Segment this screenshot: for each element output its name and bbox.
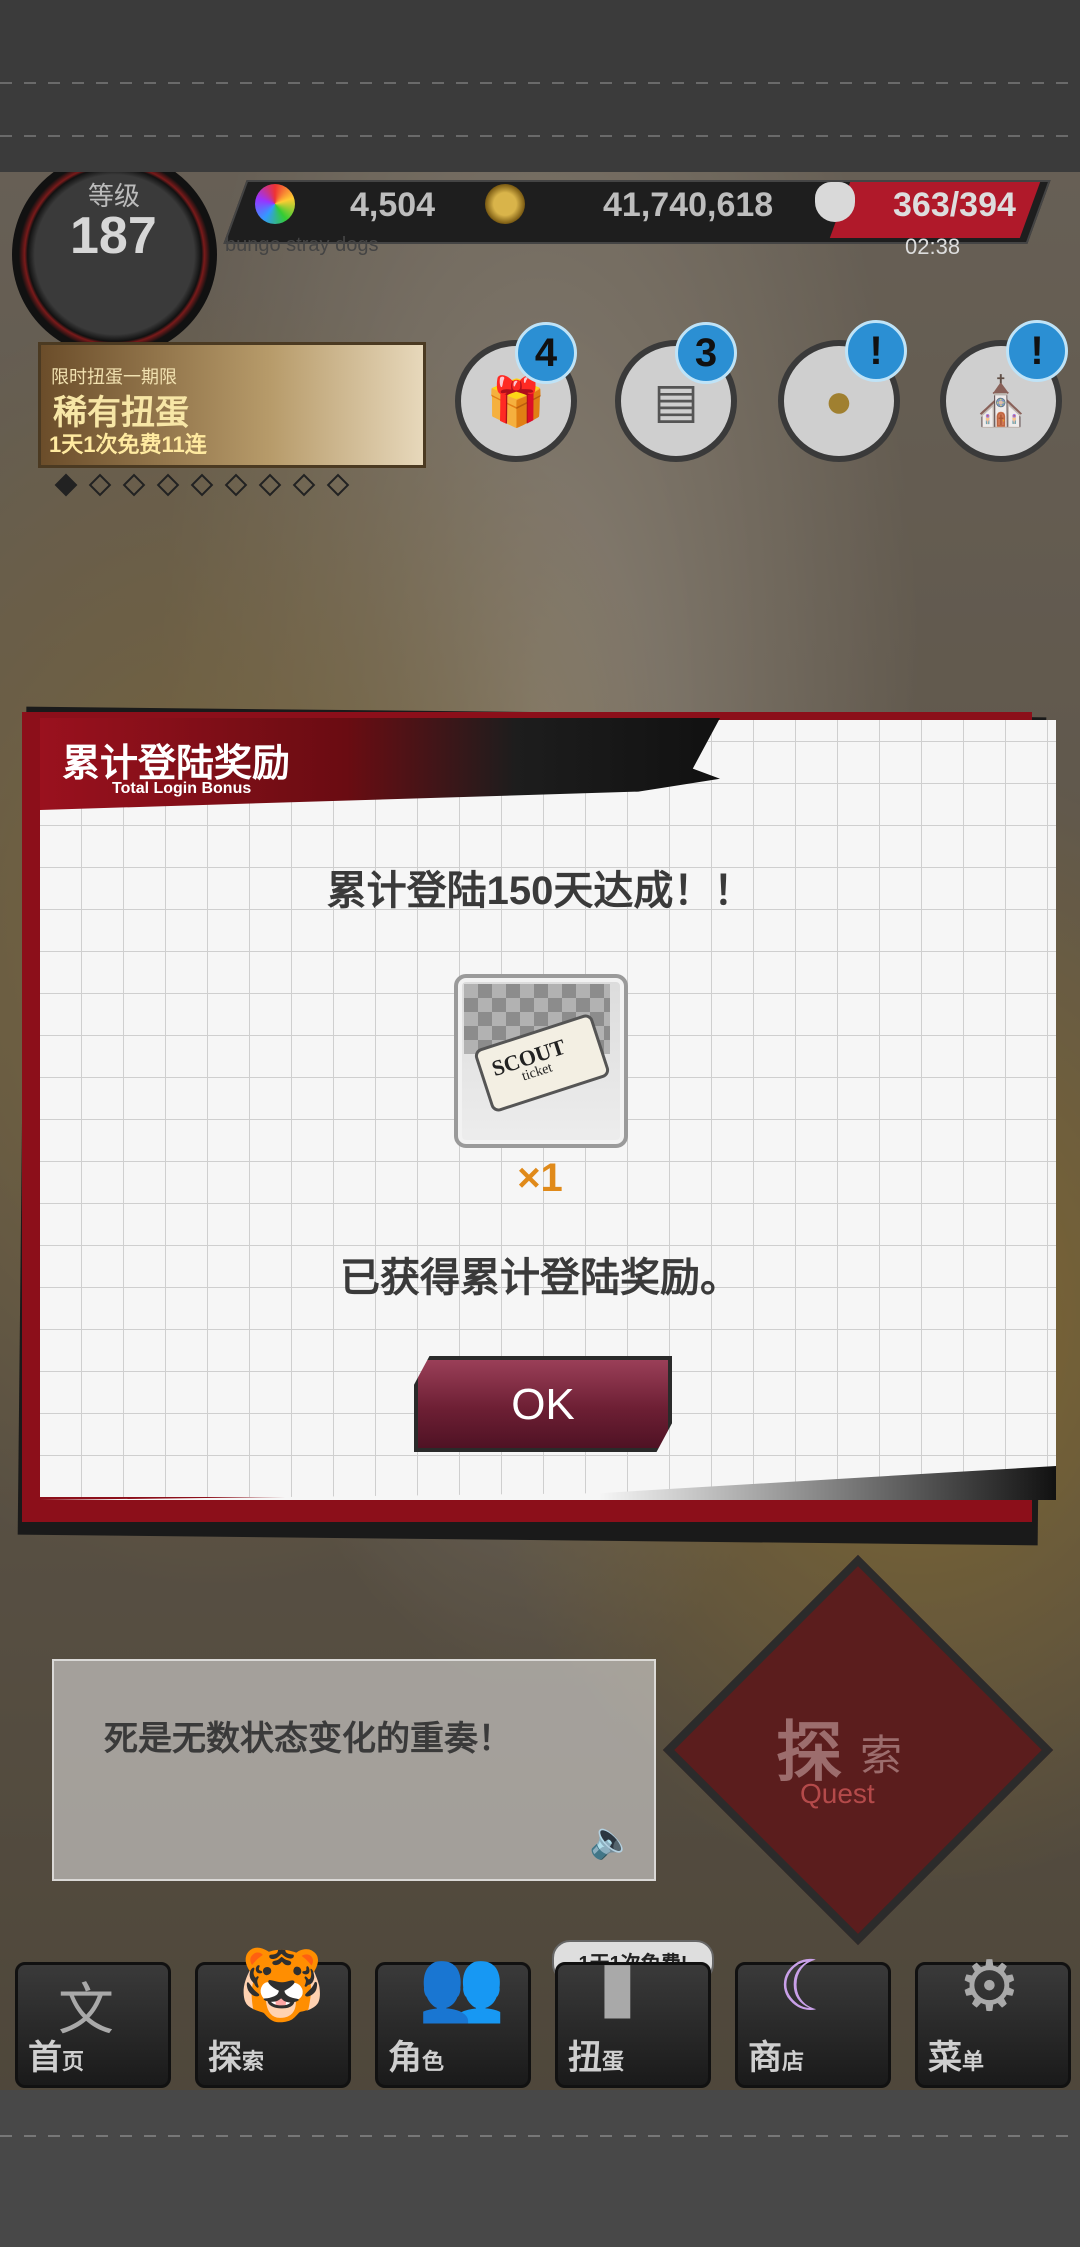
quote-text: 死是无数状态变化的重奏！	[104, 1720, 512, 1758]
achievement-message: 累计登陆150天达成！！	[326, 869, 754, 913]
nav-menu-label: 菜单	[928, 2030, 984, 2079]
nav-gacha-label: 扭蛋	[568, 2030, 624, 2079]
nav-explore-label-main: 探	[208, 2039, 242, 2077]
tiger-icon: 🐯	[238, 1946, 326, 2024]
newspaper-badge: 3	[675, 322, 737, 384]
ok-button-label: OK	[511, 1380, 575, 1429]
ok-button[interactable]: OK	[414, 1356, 672, 1452]
nav-explore-label-small: 索	[242, 2049, 265, 2074]
player-status-bar: 等级 187 4,504 41,740,618 363/394 bungo st…	[0, 172, 1080, 357]
nav-home-label-main: 首	[28, 2039, 62, 2077]
building-badge: !	[1006, 320, 1068, 382]
gem-count: 4,504	[350, 186, 436, 224]
pagination-dot[interactable]	[122, 473, 146, 497]
nav-home-label-small: 页	[62, 2049, 85, 2074]
nav-gacha-label-main: 扭	[568, 2039, 602, 2077]
character-quote-box[interactable]: 死是无数状态变化的重奏！ 🔈	[52, 1659, 656, 1881]
speaker-icon[interactable]: 🔈	[589, 1819, 634, 1861]
level-value: 187	[70, 207, 157, 265]
nav-gacha-label-small: 蛋	[602, 2049, 625, 2074]
banner-pagination	[54, 473, 350, 497]
nav-characters-label-main: 角	[388, 2039, 422, 2077]
gift-badge: 4	[515, 322, 577, 384]
nav-shop[interactable]: ☾ 商店	[735, 1947, 891, 2088]
nav-gacha[interactable]: ▮ 扭蛋	[555, 1947, 711, 2088]
quest-label-small: 索	[860, 1732, 903, 1779]
gem-icon	[255, 184, 295, 224]
nav-menu-label-small: 单	[962, 2049, 985, 2074]
gear-icon: ⚙	[958, 1947, 1021, 2025]
nav-characters[interactable]: 👥 角色	[375, 1946, 531, 2088]
reward-quantity: ×1	[517, 1156, 563, 1200]
gacha-banner[interactable]: 限时扭蛋一期限 稀有扭蛋 1天1次免费11连	[38, 342, 426, 468]
nav-characters-label: 角色	[388, 2030, 444, 2079]
quest-label-en: Quest	[800, 1778, 875, 1809]
nav-shop-label-small: 店	[782, 2049, 805, 2074]
nav-explore-label: 探索	[208, 2030, 264, 2079]
pagination-dot[interactable]	[54, 473, 78, 497]
coin-tap-badge: !	[845, 320, 907, 382]
received-message: 已获得累计登陆奖励。	[340, 1256, 740, 1300]
pagination-dot[interactable]	[156, 473, 180, 497]
nav-menu[interactable]: ⚙ 菜单	[915, 1947, 1071, 2088]
gacha-icon: ▮	[598, 1947, 637, 2025]
pagination-dot[interactable]	[326, 473, 350, 497]
heart-icon	[815, 182, 855, 222]
reward-item-box: SCOUT ticket	[454, 974, 628, 1148]
pagination-dot[interactable]	[258, 473, 282, 497]
bottom-navigation: 1天1次免费! 文 首页 🐯 探索 👥 角色 ▮ 扭蛋 ☾ 商店 ⚙ 菜单	[0, 1940, 1080, 2090]
coin-icon	[485, 184, 525, 224]
stamina-timer: 02:38	[905, 234, 961, 259]
system-navigation-bar	[0, 2090, 1080, 2247]
nav-characters-label-small: 色	[422, 2049, 445, 2074]
nav-home-label: 首页	[28, 2030, 84, 2079]
stamina-count: 363/394	[893, 186, 1016, 224]
pagination-dot[interactable]	[88, 473, 112, 497]
dialog-subtitle: Total Login Bonus	[112, 780, 252, 797]
pagination-dot[interactable]	[190, 473, 214, 497]
nav-shop-label-main: 商	[748, 2039, 782, 2077]
pagination-dot[interactable]	[224, 473, 248, 497]
nav-home[interactable]: 文 首页	[15, 1962, 171, 2088]
dialog-title: 累计登陆奖励	[62, 743, 291, 785]
characters-icon: 👥	[418, 1946, 506, 2024]
banner-line3: 1天1次免费11连	[49, 432, 207, 457]
nav-shop-label: 商店	[748, 2030, 804, 2079]
coin-count: 41,740,618	[603, 186, 774, 224]
nav-explore[interactable]: 🐯 探索	[195, 1946, 351, 2088]
nav-menu-label-main: 菜	[928, 2039, 962, 2077]
pagination-dot[interactable]	[292, 473, 316, 497]
shop-moon-icon: ☾	[778, 1947, 841, 2025]
game-subtitle: bungo stray dogs	[225, 234, 379, 256]
system-status-bar-top	[0, 0, 1080, 172]
